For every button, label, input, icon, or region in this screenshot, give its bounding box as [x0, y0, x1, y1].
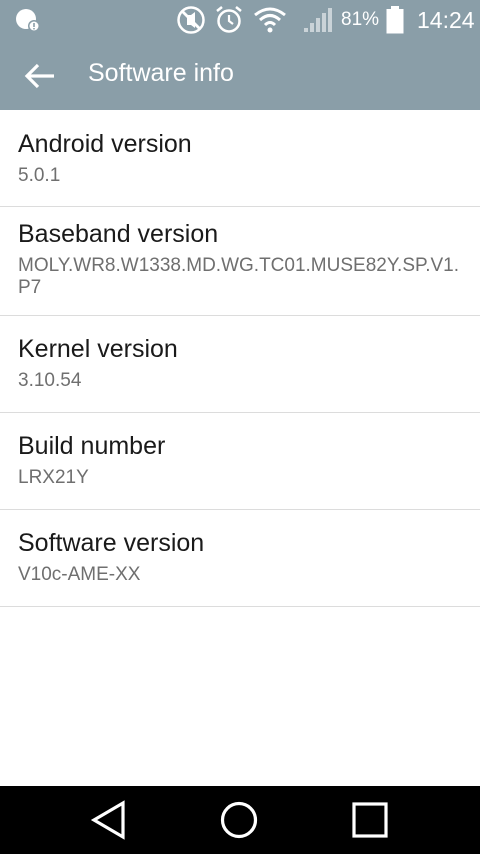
back-button[interactable]	[16, 52, 64, 98]
item-label: Software version	[18, 529, 205, 557]
action-bar: Software info	[0, 40, 480, 110]
recents-square-icon	[352, 802, 388, 838]
software-info-list: Android version 5.0.1 Baseband version M…	[0, 110, 480, 607]
item-value: 3.10.54	[18, 370, 82, 391]
arrow-back-icon	[24, 63, 54, 89]
list-item-kernel-version[interactable]: Kernel version 3.10.54	[0, 316, 480, 413]
item-value: V10c-AME-XX	[18, 564, 141, 585]
notification-icon	[16, 9, 40, 32]
settings-screen: 81% 14:24 Software info Android version …	[0, 0, 480, 854]
list-item-android-version[interactable]: Android version 5.0.1	[0, 110, 480, 207]
clock: 14:24	[417, 7, 475, 33]
item-label: Build number	[18, 432, 166, 460]
nav-recents-button[interactable]	[340, 796, 400, 844]
item-label: Android version	[18, 130, 192, 158]
item-value: MOLY.WR8.W1338.MD.WG.TC01.MUSE82Y.SP.V1.…	[18, 255, 460, 298]
item-value: LRX21Y	[18, 467, 89, 488]
navigation-bar	[0, 786, 480, 854]
list-item-build-number[interactable]: Build number LRX21Y	[0, 413, 480, 510]
nav-back-button[interactable]	[79, 796, 139, 844]
status-bar: 81% 14:24	[0, 0, 480, 40]
signal-icon	[304, 8, 332, 32]
battery-icon	[386, 6, 404, 34]
list-item-baseband-version[interactable]: Baseband version MOLY.WR8.W1338.MD.WG.TC…	[0, 207, 480, 316]
back-triangle-icon	[90, 800, 125, 840]
item-value: 5.0.1	[18, 165, 61, 186]
item-label: Kernel version	[18, 335, 178, 363]
home-circle-icon	[220, 801, 258, 839]
page-title: Software info	[88, 59, 234, 87]
alarm-icon	[216, 6, 242, 33]
wifi-icon	[254, 7, 286, 33]
list-item-software-version[interactable]: Software version V10c-AME-XX	[0, 510, 480, 607]
item-label: Baseband version	[18, 220, 219, 248]
battery-percentage: 81%	[341, 9, 380, 30]
nav-home-button[interactable]	[209, 796, 269, 844]
mute-icon	[177, 6, 205, 34]
